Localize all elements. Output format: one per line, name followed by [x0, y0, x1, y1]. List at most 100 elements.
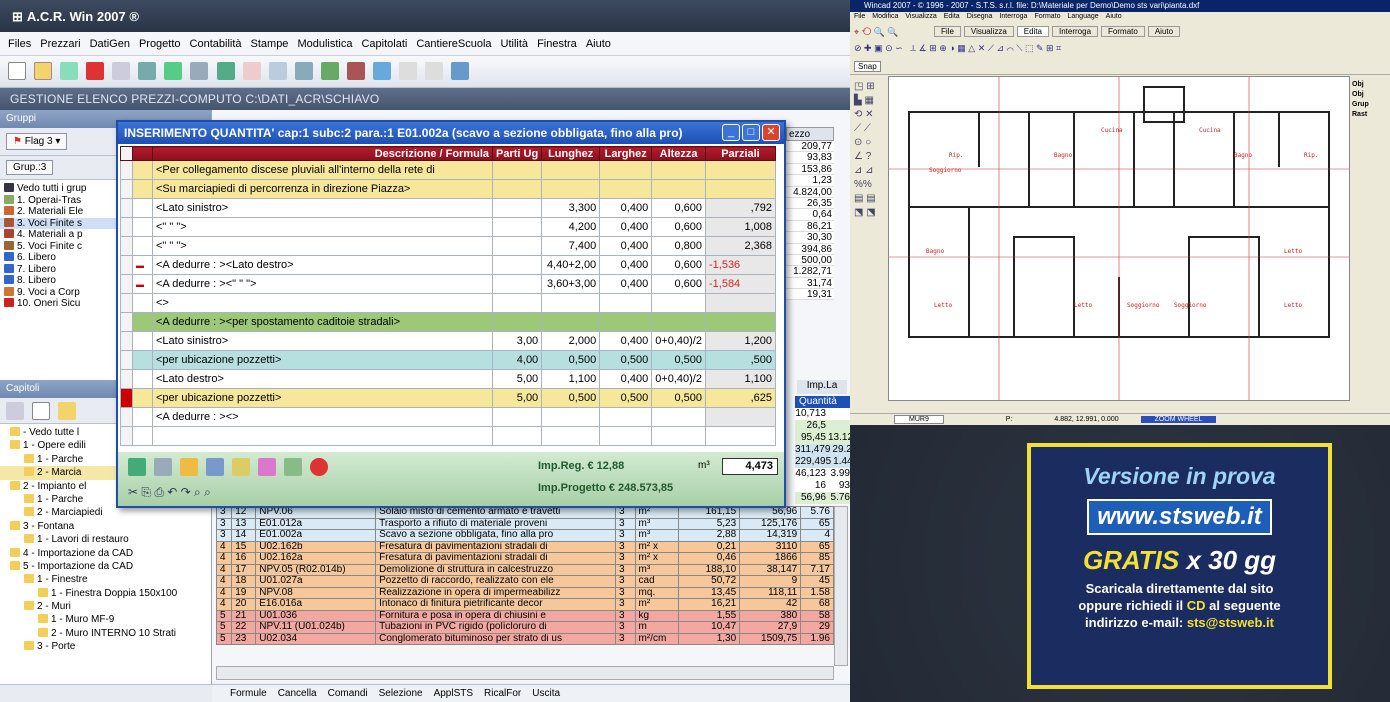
quantita-cell[interactable]	[704, 312, 776, 332]
wincad-menu-item[interactable]: Modifica	[872, 13, 898, 20]
quantita-cell[interactable]: <Lato destro>	[152, 369, 493, 389]
table-row[interactable]: 4 20 E16.016a Intonaco di finitura pietrifi…	[215, 598, 834, 611]
quantita-cell[interactable]: 0,500	[599, 350, 653, 370]
row-selector[interactable]	[120, 369, 133, 389]
quantita-cell[interactable]	[541, 407, 601, 427]
excel-icon[interactable]	[320, 62, 339, 80]
capitoli-folder-icon[interactable]	[58, 402, 77, 420]
menu-item[interactable]: Capitolati	[361, 38, 407, 50]
menu-item[interactable]: Progetto	[139, 38, 181, 50]
quantita-row[interactable]: ▬ <A dedurre : ><" " "> 3,60+3,00 0,400 0,60…	[120, 274, 776, 294]
menu-item[interactable]: Stampe	[251, 38, 289, 50]
quantita-cell[interactable]	[599, 293, 653, 313]
capitoli-new-icon[interactable]	[32, 402, 51, 420]
table-row[interactable]: 4 16 U02.162a Fresatura di pavimentazioni s…	[215, 552, 834, 565]
wincad-tab[interactable]: File	[934, 26, 961, 37]
quantita-cell[interactable]: 0,400	[599, 198, 653, 218]
quantita-cell[interactable]: <Lato sinistro>	[152, 331, 493, 351]
chart-icon[interactable]	[216, 62, 235, 80]
table-icon[interactable]	[138, 62, 157, 80]
capitolo-tree-item[interactable]: 1 - Finestre	[0, 573, 211, 586]
grid-vscrollbar[interactable]	[834, 506, 848, 666]
quantita-cell[interactable]	[651, 426, 706, 446]
row-selector[interactable]	[120, 293, 133, 313]
quantita-cell[interactable]	[491, 407, 543, 427]
quantita-cell[interactable]: 3,00	[491, 331, 543, 351]
quantita-cell[interactable]: <A dedurre : ><" " ">	[152, 274, 493, 294]
print-icon[interactable]	[242, 62, 261, 80]
menu-item[interactable]: Finestra	[537, 38, 577, 50]
edit-toolbar[interactable]: ✂ ⎘ ⎙ ↶ ↷ ⌕ ⌕	[128, 485, 211, 500]
quantita-cell[interactable]	[651, 160, 706, 180]
quantita-cell[interactable]	[704, 407, 776, 427]
quantita-cell[interactable]: <" " ">	[152, 217, 493, 237]
quantita-cell[interactable]	[651, 293, 706, 313]
quantita-cell[interactable]: 1,200	[704, 331, 776, 351]
capitoli-scrollbar[interactable]	[0, 684, 212, 702]
wincad-menu-item[interactable]: Disegna	[967, 13, 993, 20]
quantita-cell[interactable]: 7,400	[541, 236, 601, 256]
layout-icon[interactable]	[190, 62, 209, 80]
quantita-cell[interactable]: -1,536	[704, 255, 776, 275]
bottom-menu-item[interactable]: ApplSTS	[434, 688, 473, 699]
menu-item[interactable]: Utilità	[501, 38, 529, 50]
grid-icon[interactable]	[232, 458, 251, 476]
tools-icon[interactable]	[294, 62, 313, 80]
quantita-row[interactable]: <Per collegamento discese pluviali all'i…	[120, 160, 776, 180]
capitolo-tree-item[interactable]: 1 - Lavori di restauro	[0, 533, 211, 546]
quantita-row[interactable]: <A dedurre : ><>	[120, 407, 776, 427]
quantita-cell[interactable]: <Su marciapiedi di percorrenza in direzi…	[152, 179, 493, 199]
menu-item[interactable]: CantiereScuola	[416, 38, 491, 50]
quantita-row[interactable]: <Lato sinistro> 3,300 0,400 0,600,792	[120, 198, 776, 218]
quantita-cell[interactable]: <A dedurre : ><Lato destro>	[152, 255, 493, 275]
formula-icon[interactable]	[284, 458, 303, 476]
bottom-menu-item[interactable]: Uscita	[532, 688, 560, 699]
quantita-cell[interactable]	[541, 426, 601, 446]
quantita-row[interactable]: <Lato sinistro> 3,00 2,000 0,400 0+0,40)/2 1,…	[120, 331, 776, 351]
total-field[interactable]: 4,473	[722, 458, 778, 475]
row-selector[interactable]	[120, 179, 133, 199]
capitolo-tree-item[interactable]: 4 - Importazione da CAD	[0, 547, 211, 560]
quantita-cell[interactable]: 5,00	[491, 388, 543, 408]
quantita-cell[interactable]: 0,400	[599, 274, 653, 294]
quantita-cell[interactable]: <per ubicazione pozzetti>	[152, 350, 493, 370]
quantita-cell[interactable]	[541, 293, 601, 313]
quantita-cell[interactable]: ,792	[704, 198, 776, 218]
quantita-cell[interactable]	[599, 407, 653, 427]
bottom-menu-item[interactable]: Comandi	[328, 688, 368, 699]
quantita-cell[interactable]: 0,600	[651, 217, 706, 237]
row-selector[interactable]	[120, 198, 133, 218]
quantita-cell[interactable]	[651, 407, 706, 427]
quantita-cell[interactable]: 0,500	[541, 388, 601, 408]
capitolo-tree-item[interactable]: 5 - Importazione da CAD	[0, 560, 211, 573]
quantita-cell[interactable]	[491, 217, 543, 237]
list-icon[interactable]	[112, 62, 131, 80]
calc-icon[interactable]	[128, 458, 146, 476]
quantita-cell[interactable]	[491, 160, 543, 180]
capitolo-tree-item[interactable]: 1 - Finestra Doppia 150x100	[0, 587, 211, 600]
quantita-cell[interactable]: 0+0,40)/2	[651, 331, 706, 351]
quantita-row[interactable]: <" " "> 4,200 0,400 0,600 1,008	[120, 217, 776, 237]
quantita-cell[interactable]	[541, 179, 601, 199]
table-row[interactable]: 4 18 U01.027a Pozzetto di raccordo, realizz…	[215, 575, 834, 588]
wincad-tab[interactable]: Interroga	[1052, 26, 1099, 37]
quantita-cell[interactable]: 3,60+3,00	[541, 274, 601, 294]
quantita-cell[interactable]: <Lato sinistro>	[152, 198, 493, 218]
quantita-cell[interactable]	[651, 312, 706, 332]
quantita-cell[interactable]: 0,600	[651, 255, 706, 275]
wincad-draw-icons[interactable]: ⊘ ✚ ▣ ⊙ ∽ ⟂ ∡ ⊞ ⊕ ◑ ▦ △ ✕ ⟋ ⊿ ⌒ ⟍ ⬚ ✎ ⊞ …	[854, 43, 1061, 54]
menu-item[interactable]: Modulistica	[297, 38, 352, 50]
capitolo-tree-item[interactable]: 2 - Muro INTERNO 10 Strati	[0, 627, 211, 640]
quantita-cell[interactable]	[599, 160, 653, 180]
quantita-row[interactable]: ▬ <A dedurre : ><Lato destro> 4,40+2,00 0,4…	[120, 255, 776, 275]
quantita-cell[interactable]: 4,00	[491, 350, 543, 370]
wincad-menu-item[interactable]: Formato	[1034, 13, 1060, 20]
wincad-tab[interactable]: Visualizza	[963, 26, 1014, 37]
quantita-cell[interactable]: -1,584	[704, 274, 776, 294]
menu-item[interactable]: Aiuto	[586, 38, 611, 50]
row-selector[interactable]	[120, 407, 133, 427]
capitolo-tree-item[interactable]: 2 - Marciapiedi	[0, 506, 211, 519]
wincad-menu-item[interactable]: Edita	[944, 13, 960, 20]
wincad-left-toolbox[interactable]: ◳ ⊞ ▙ ▦ ⟲ ✕ ⟋ ⟋ ⊙ ○ ∠ ? ⊿ ⊿%% ▤ ▤ ⬔ ⬔	[850, 76, 888, 412]
wincad-menu-item[interactable]: Aiuto	[1106, 13, 1122, 20]
